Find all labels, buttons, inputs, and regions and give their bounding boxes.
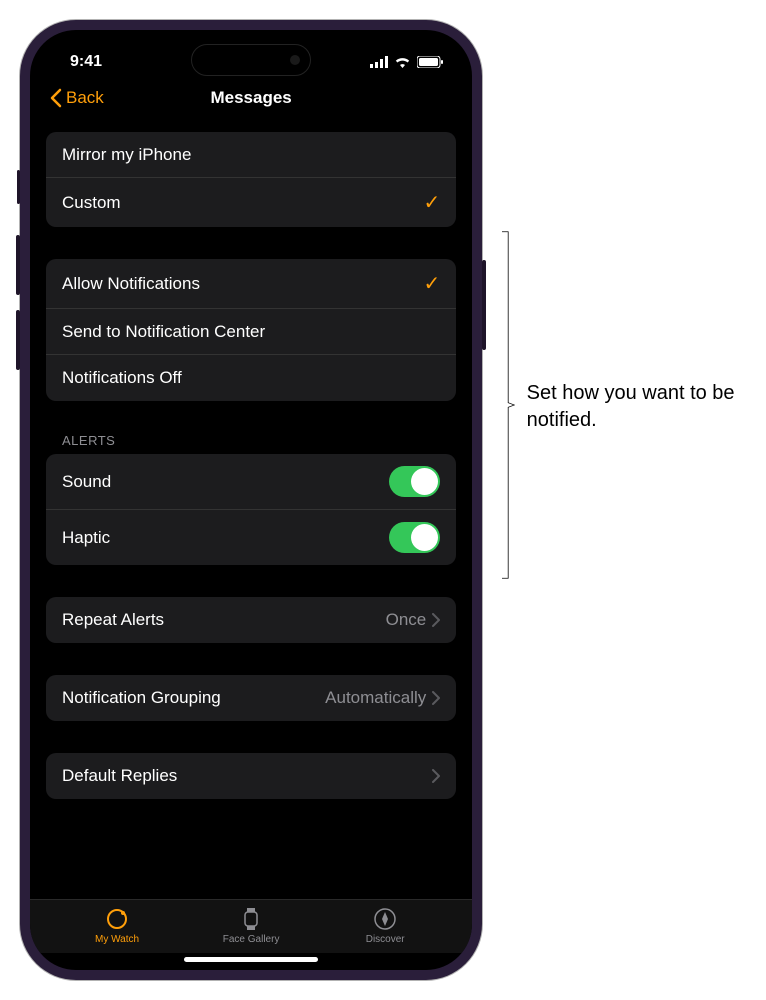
row-repeat-alerts[interactable]: Repeat Alerts Once: [46, 597, 456, 643]
phone-frame: 9:41 Back Messa: [20, 20, 482, 980]
volume-up-button: [16, 235, 20, 295]
annotation-text: Set how you want to be notified.: [527, 380, 746, 434]
nav-bar: Back Messages: [30, 78, 472, 122]
haptic-toggle[interactable]: [389, 522, 440, 553]
allow-label: Allow Notifications: [62, 274, 200, 294]
screen: 9:41 Back Messa: [30, 30, 472, 970]
watch-face-icon: [240, 906, 262, 932]
bracket-icon: [502, 180, 514, 630]
group-replies: Default Replies: [46, 753, 456, 799]
status-time: 9:41: [70, 53, 102, 71]
group-alerts: Sound Haptic: [46, 454, 456, 565]
tab-bar: My Watch Face Gallery Discover: [30, 899, 472, 953]
chevron-right-icon: [432, 691, 440, 705]
ring-switch: [17, 170, 20, 204]
tab-face-gallery[interactable]: Face Gallery: [206, 906, 296, 945]
tab-discover-label: Discover: [366, 934, 405, 945]
tab-my-watch[interactable]: My Watch: [72, 906, 162, 945]
home-indicator[interactable]: [184, 957, 318, 962]
check-icon: ✓: [424, 190, 441, 215]
content[interactable]: Mirror my iPhone Custom ✓ Allow Notifica…: [30, 122, 472, 899]
mirror-label: Mirror my iPhone: [62, 145, 191, 165]
nav-title: Messages: [210, 88, 291, 108]
sound-label: Sound: [62, 472, 111, 492]
dynamic-island: [191, 44, 311, 76]
annotation-callout: Set how you want to be notified.: [502, 180, 746, 630]
off-label: Notifications Off: [62, 368, 182, 388]
tab-gallery-label: Face Gallery: [223, 934, 280, 945]
custom-label: Custom: [62, 193, 121, 213]
row-notification-grouping[interactable]: Notification Grouping Automatically: [46, 675, 456, 721]
battery-icon: [417, 56, 444, 68]
grouping-value: Automatically: [325, 688, 426, 708]
back-label: Back: [66, 88, 104, 108]
sound-toggle[interactable]: [389, 466, 440, 497]
group-mode: Mirror my iPhone Custom ✓: [46, 132, 456, 227]
row-mirror-iphone[interactable]: Mirror my iPhone: [46, 132, 456, 178]
haptic-label: Haptic: [62, 528, 110, 548]
row-allow-notifications[interactable]: Allow Notifications ✓: [46, 259, 456, 309]
compass-icon: [372, 906, 398, 932]
group-repeat: Repeat Alerts Once: [46, 597, 456, 643]
row-haptic: Haptic: [46, 510, 456, 565]
row-notifications-off[interactable]: Notifications Off: [46, 355, 456, 401]
back-button[interactable]: Back: [50, 88, 104, 108]
row-default-replies[interactable]: Default Replies: [46, 753, 456, 799]
chevron-right-icon: [432, 613, 440, 627]
send-to-label: Send to Notification Center: [62, 322, 265, 342]
grouping-label: Notification Grouping: [62, 688, 221, 708]
check-icon: ✓: [424, 271, 441, 296]
tab-watch-label: My Watch: [95, 934, 139, 945]
group-grouping: Notification Grouping Automatically: [46, 675, 456, 721]
row-send-to-center[interactable]: Send to Notification Center: [46, 309, 456, 355]
repeat-value: Once: [386, 610, 427, 630]
repeat-label: Repeat Alerts: [62, 610, 164, 630]
chevron-left-icon: [50, 88, 62, 108]
group-notify-mode: Allow Notifications ✓ Send to Notificati…: [46, 259, 456, 401]
row-sound: Sound: [46, 454, 456, 510]
wifi-icon: [394, 56, 411, 68]
volume-down-button: [16, 310, 20, 370]
tab-discover[interactable]: Discover: [340, 906, 430, 945]
row-custom[interactable]: Custom ✓: [46, 178, 456, 227]
watch-icon: [104, 906, 130, 932]
replies-label: Default Replies: [62, 766, 177, 786]
alerts-header: ALERTS: [46, 433, 456, 454]
side-button: [482, 260, 486, 350]
chevron-right-icon: [432, 769, 440, 783]
cellular-icon: [370, 56, 388, 68]
